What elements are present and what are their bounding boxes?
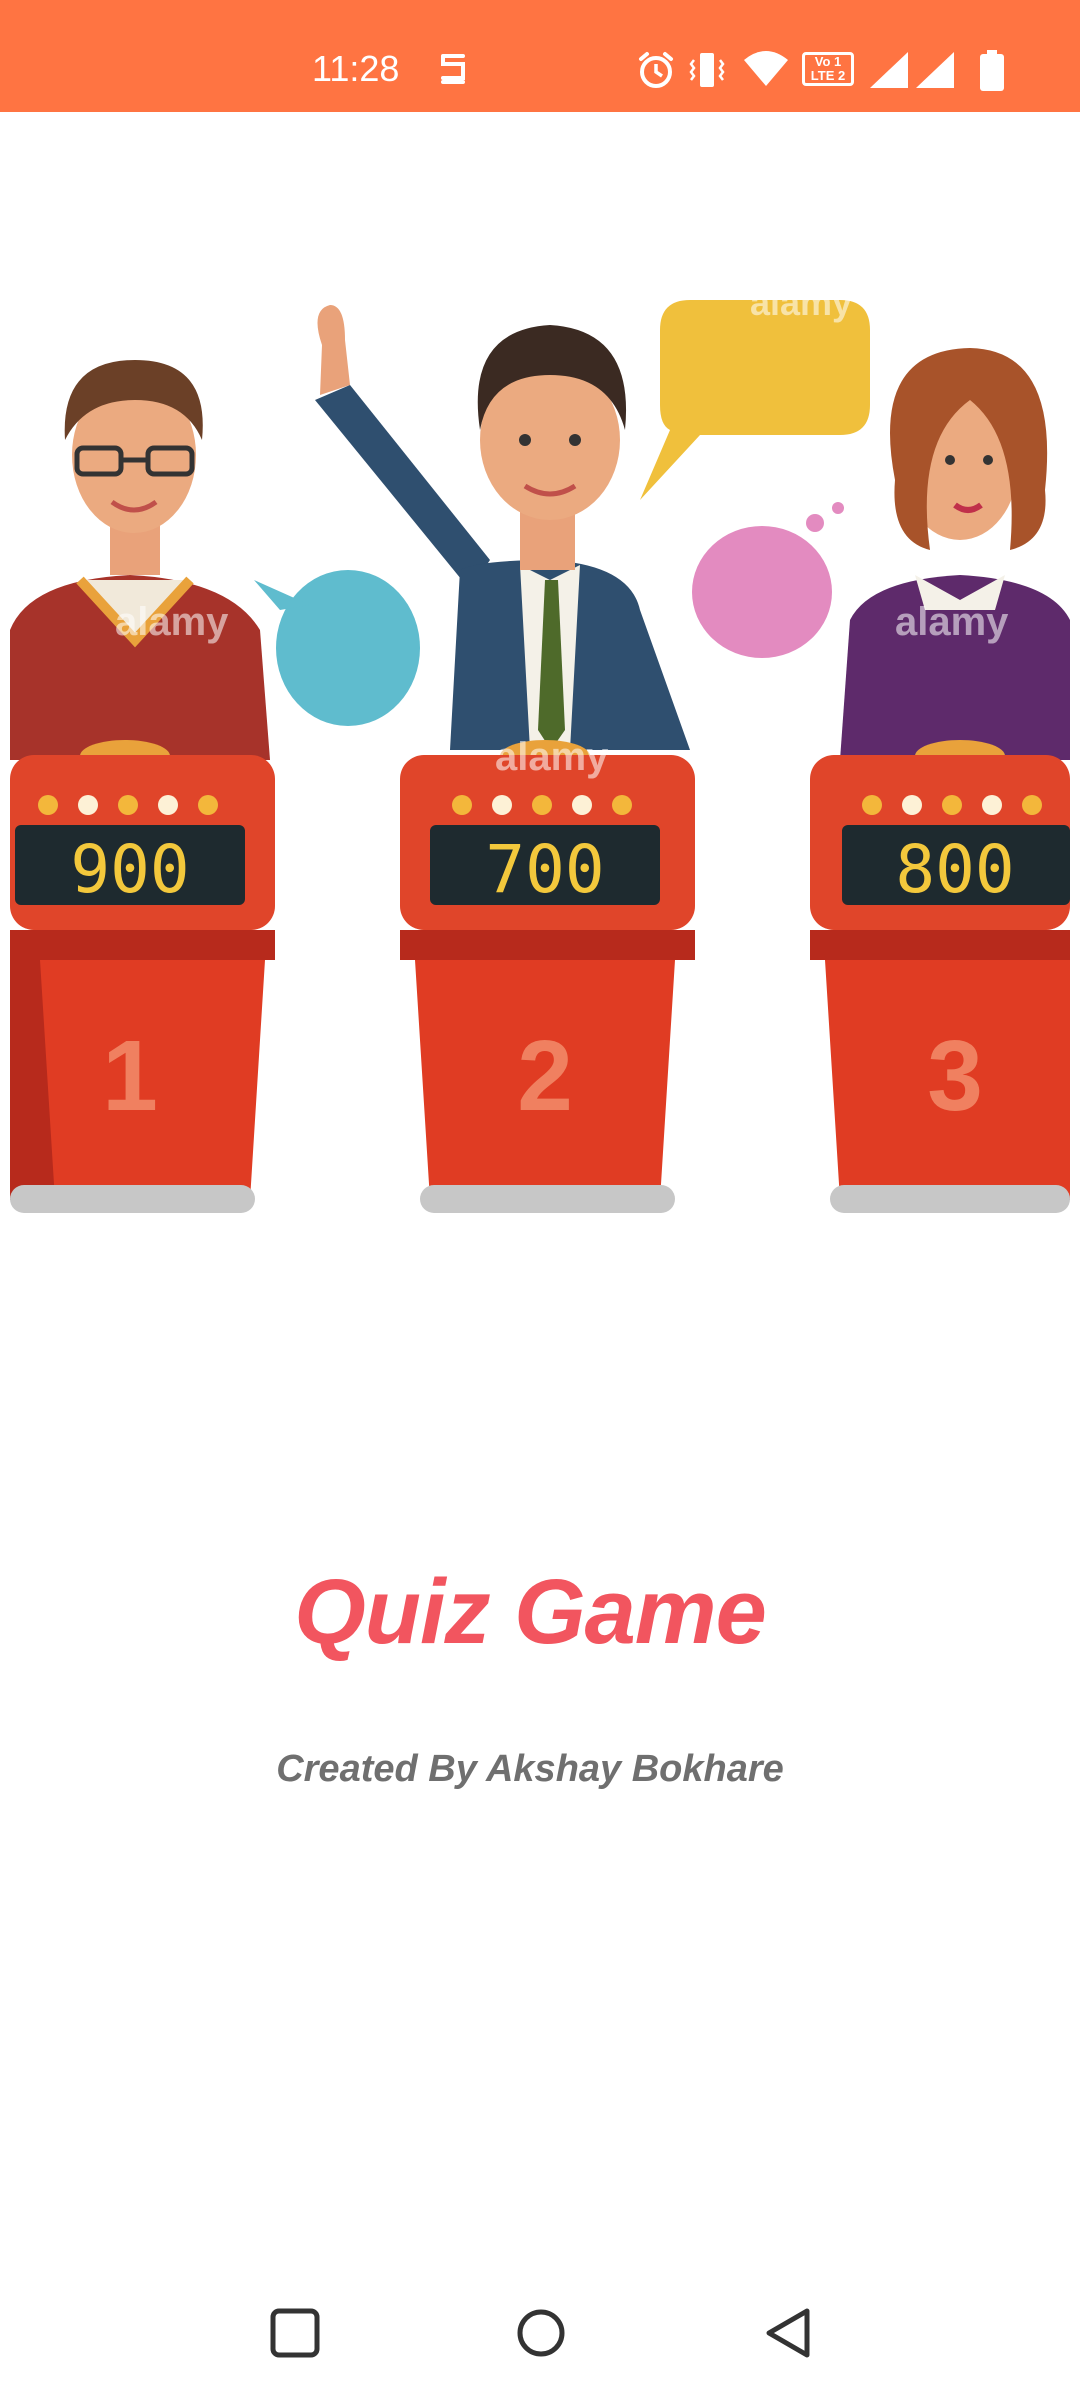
score-display-2: 700: [485, 831, 604, 908]
app-credit: Created By Akshay Bokhare: [276, 1748, 784, 1790]
s-icon: [441, 54, 465, 84]
home-icon[interactable]: [513, 2305, 569, 2361]
app-title: Quiz Game: [294, 1561, 767, 1663]
status-bar: 11:28 Vo 1 LTE 2: [0, 0, 1080, 112]
watermark-2: alamy: [495, 735, 609, 779]
podium-number-2: 2: [517, 1020, 573, 1132]
back-icon[interactable]: [761, 2305, 817, 2361]
signal-icon-2: [916, 52, 954, 88]
status-time: 11:28: [312, 48, 400, 89]
watermark-1: alamy: [115, 600, 229, 644]
podium-number-3: 3: [927, 1020, 983, 1132]
wifi-icon: [744, 51, 788, 86]
alarm-icon: [639, 52, 673, 88]
score-display-3: 800: [895, 831, 1014, 908]
recents-icon[interactable]: [267, 2305, 323, 2361]
battery-icon: [980, 50, 1004, 91]
vibrate-icon: [689, 53, 725, 87]
contestant-3: [840, 348, 1070, 772]
watermark-3: alamy: [895, 600, 1009, 644]
podium-2: 700 2: [400, 755, 695, 1213]
volte-icon: Vo 1 LTE 2: [802, 52, 854, 86]
podium-number-1: 1: [102, 1020, 158, 1132]
podium-3: 800 3: [810, 755, 1070, 1213]
watermark-4: alamy: [750, 290, 852, 323]
podium-1: 900 1: [10, 755, 275, 1213]
pink-thought-bubble: [692, 526, 832, 658]
signal-icon: [870, 52, 908, 88]
pink-dot-2: [832, 502, 844, 514]
blue-speech-bubble: [276, 570, 420, 726]
yellow-speech-bubble: [640, 300, 870, 500]
volte-label: Vo 1 LTE 2: [810, 54, 846, 83]
quiz-contestants-illustration: 900 1 700 2 800 3 alamy alamy alamy alam…: [10, 290, 1070, 1213]
contestant-1: [10, 360, 270, 772]
pink-dot-1: [806, 514, 824, 532]
score-display-1: 900: [70, 831, 189, 908]
